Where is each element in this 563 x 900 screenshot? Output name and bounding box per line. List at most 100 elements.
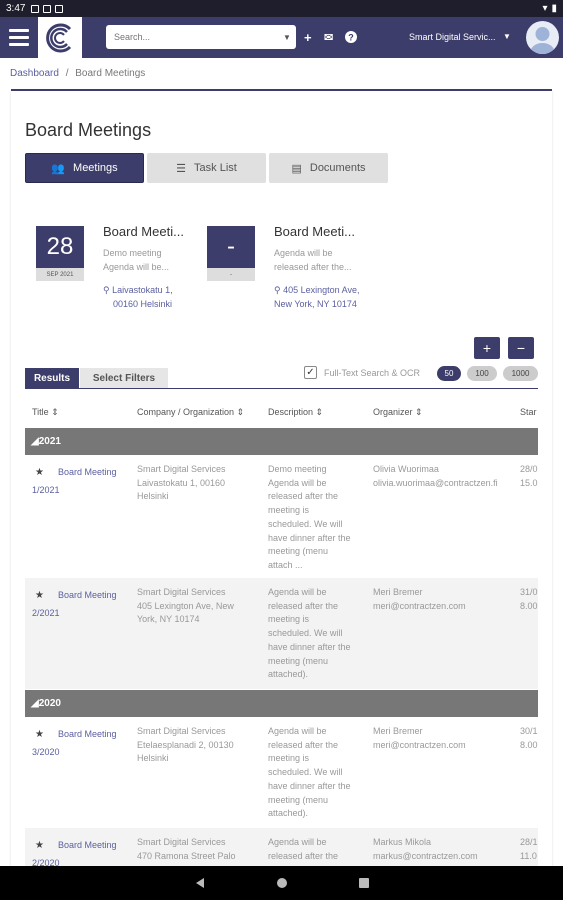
date-month: - (207, 268, 255, 281)
company-cell: Smart Digital Services 405 Lexington Ave,… (137, 587, 234, 625)
description-cell: Agenda will be released after the meeting … (268, 726, 351, 819)
search-dropdown-icon[interactable]: ▼ (283, 33, 291, 42)
hamburger-menu-icon[interactable] (0, 17, 38, 58)
desc-line: Demo meeting (103, 248, 162, 258)
tab-label: Meetings (73, 162, 118, 174)
breadcrumb: Dashboard / Board Meetings (10, 68, 145, 79)
column-label: Title (32, 407, 49, 417)
wifi-icon: ▾ (542, 3, 548, 14)
column-company[interactable]: Company / Organization ⇕ (137, 407, 244, 418)
meeting-card-location[interactable]: ⚲ Laivastokatu 1, 00160 Helsinki (103, 283, 173, 311)
sort-icon: ⇕ (51, 407, 59, 417)
recents-icon[interactable] (358, 877, 370, 889)
company-cell: Smart Digital Services Etelaesplanadi 2, … (137, 726, 234, 764)
start-cell: 30/1 8.00 (520, 726, 538, 750)
desc-line: Agenda will be... (103, 262, 170, 272)
app-logo[interactable] (38, 17, 82, 58)
home-icon[interactable] (276, 877, 288, 889)
description-cell: Agenda will be released after the (268, 837, 339, 861)
tab-meetings[interactable]: 👥 Meetings (25, 153, 144, 183)
sort-icon: ⇕ (415, 407, 423, 417)
loc-line: Laivastokatu 1, (112, 285, 173, 295)
description-cell: Demo meeting Agenda will be released after… (268, 464, 351, 570)
tab-label: Task List (194, 162, 237, 174)
fulltext-label: Full-Text Search & OCR (324, 368, 421, 378)
group-header[interactable]: ◢ 2021 (25, 428, 538, 455)
document-icon: ▤ (291, 162, 302, 175)
organizer-cell: Meri Bremer meri@contractzen.com (373, 587, 466, 611)
desc-line: released after the... (274, 262, 352, 272)
column-organizer[interactable]: Organizer ⇕ (373, 407, 423, 418)
meeting-title-link[interactable]: Board Meeting 1/2021 (32, 463, 122, 499)
avatar[interactable] (526, 21, 559, 54)
desc-line: Agenda will be (274, 248, 333, 258)
meeting-title-link[interactable]: Board Meeting 2/2021 (32, 586, 122, 622)
loc-line: 405 Lexington Ave, (283, 285, 360, 295)
tab-task-list[interactable]: ☰ Task List (147, 153, 266, 183)
column-description[interactable]: Description ⇕ (268, 407, 323, 418)
table-row[interactable]: ★ Board Meeting 3/2020 Smart Digital Serv… (25, 717, 538, 828)
page-size-50[interactable]: 50 (437, 366, 461, 381)
notification-icons (31, 4, 64, 13)
system-nav-bar (0, 866, 563, 900)
breadcrumb-dashboard[interactable]: Dashboard (10, 68, 59, 79)
date-day: 28 (36, 226, 84, 268)
breadcrumb-current: Board Meetings (75, 68, 146, 79)
page-size-100[interactable]: 100 (467, 366, 497, 381)
tab-documents[interactable]: ▤ Documents (269, 153, 388, 183)
start-cell: 28/1 11.0 (520, 837, 538, 861)
meeting-card-title[interactable]: Board Meeti... (103, 224, 184, 239)
meeting-card-desc: Agenda will be released after the... (274, 246, 364, 274)
mail-icon[interactable]: ✉ (324, 31, 333, 44)
page-size-1000[interactable]: 1000 (503, 366, 538, 381)
page-title: Board Meetings (25, 120, 152, 140)
breadcrumb-separator: / (65, 68, 69, 79)
meeting-date-box[interactable]: - - (207, 226, 255, 281)
start-cell: 28/0 15.0 (520, 464, 538, 488)
tab-results[interactable]: Results (25, 368, 79, 388)
column-label: Organizer (373, 407, 413, 417)
add-icon[interactable]: + (304, 30, 312, 45)
search-input[interactable] (106, 25, 296, 49)
tab-label: Documents (309, 162, 366, 174)
group-label: 2021 (38, 436, 61, 447)
company-cell: Smart Digital Services 470 Ramona Street … (137, 837, 236, 861)
table-row[interactable]: ★ Board Meeting 2/2020 Smart Digital Serv… (25, 828, 538, 868)
meeting-card-title[interactable]: Board Meeti... (274, 224, 355, 239)
tab-select-filters[interactable]: Select Filters (80, 368, 168, 388)
date-month: SEP 2021 (36, 268, 84, 281)
sort-icon: ⇕ (236, 407, 245, 417)
meeting-date-box[interactable]: 28 SEP 2021 (36, 226, 84, 281)
meeting-title-link[interactable]: Board Meeting 3/2020 (32, 725, 122, 761)
column-label: Company / Organization (137, 407, 235, 417)
battery-icon: ▮ (551, 3, 557, 14)
column-title[interactable]: Title ⇕ (32, 407, 59, 418)
column-start[interactable]: Star (520, 407, 537, 417)
table-row[interactable]: ★ Board Meeting 2/2021 Smart Digital Serv… (25, 578, 538, 689)
company-cell: Smart Digital Services Laivastokatu 1, 00… (137, 464, 226, 502)
back-icon[interactable] (194, 877, 206, 889)
list-icon: ☰ (176, 162, 187, 175)
organizer-cell: Meri Bremer meri@contractzen.com (373, 726, 466, 750)
group-header[interactable]: ◢ 2020 (25, 690, 538, 717)
panel-top-border (11, 89, 552, 91)
date-day: - (207, 226, 255, 268)
organizer-cell: Markus Mikola markus@contractzen.com (373, 837, 478, 861)
meeting-card-location[interactable]: ⚲ 405 Lexington Ave, New York, NY 10174 (274, 283, 360, 311)
chevron-down-icon[interactable]: ▼ (503, 32, 511, 41)
loc-line: 00160 Helsinki (113, 299, 173, 309)
location-pin-icon: ⚲ (103, 285, 110, 295)
group-label: 2020 (38, 698, 61, 709)
system-icons: ▾ ▮ (542, 3, 557, 14)
help-icon[interactable]: ? (345, 31, 357, 46)
expand-button[interactable]: + (474, 337, 500, 359)
status-time: 3:47 (6, 3, 26, 14)
account-selector[interactable]: Smart Digital Servic... (409, 32, 496, 42)
table-row[interactable]: ★ Board Meeting 1/2021 Smart Digital Serv… (25, 455, 538, 578)
fulltext-checkbox[interactable]: ✓ (304, 366, 317, 379)
location-pin-icon: ⚲ (274, 285, 281, 295)
collapse-button[interactable]: − (508, 337, 534, 359)
results-divider (25, 388, 538, 389)
people-icon: 👥 (51, 162, 66, 175)
status-bar: 3:47 ▾ ▮ (0, 0, 563, 17)
